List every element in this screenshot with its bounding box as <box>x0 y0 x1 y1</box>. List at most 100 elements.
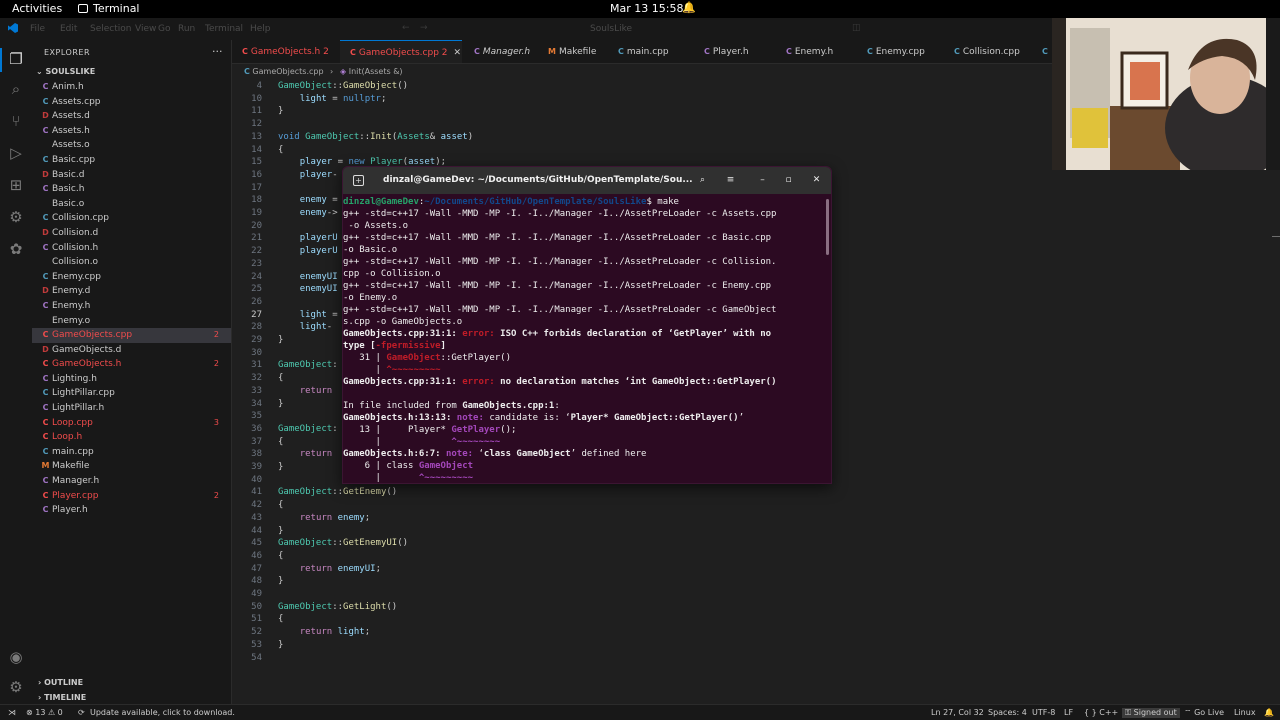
menu-edit[interactable]: Edit <box>60 24 77 34</box>
maximize-icon[interactable]: ▫ <box>780 172 797 189</box>
outline-section[interactable]: › OUTLINE <box>38 678 83 687</box>
code-line[interactable]: GameObject::GetEnemy() <box>278 487 397 497</box>
notification-bell-icon[interactable]: 🔔 <box>682 1 696 14</box>
file-item[interactable]: M Makefile <box>32 459 231 474</box>
file-item[interactable]: D GameObjects.d <box>32 343 231 358</box>
file-item[interactable]: C Manager.h <box>32 474 231 489</box>
file-item[interactable]: C GameObjects.h 2 <box>32 357 231 372</box>
code-line[interactable]: GameObject::GetEnemyUI() <box>278 538 408 548</box>
code-line[interactable]: GameObject: <box>278 424 338 434</box>
code-line[interactable]: } <box>278 106 283 116</box>
file-item[interactable]: D Enemy.d <box>32 284 231 299</box>
file-item[interactable]: C Collision.cpp <box>32 211 231 226</box>
file-item[interactable]: Enemy.o <box>32 314 231 329</box>
code-line[interactable]: { <box>278 437 283 447</box>
file-item[interactable]: C LightPillar.cpp <box>32 386 231 401</box>
search-icon[interactable]: ⌕ <box>7 80 25 98</box>
file-item[interactable]: D Basic.d <box>32 168 231 183</box>
menu-selection[interactable]: Selection <box>90 24 131 34</box>
back-arrow-icon[interactable]: ← <box>402 23 410 33</box>
manage-gear-icon[interactable]: ⚙ <box>7 678 25 696</box>
workspace-folder[interactable]: ⌄ SOULSLIKE <box>36 67 95 76</box>
breadcrumb-symbol[interactable]: ◈ Init(Assets &) <box>340 67 403 76</box>
file-item[interactable]: Basic.o <box>32 197 231 212</box>
file-item[interactable]: C Lighting.h <box>32 372 231 387</box>
code-line[interactable]: playerU <box>278 233 338 243</box>
code-line[interactable]: player- <box>278 170 338 180</box>
minimize-icon[interactable]: – <box>754 172 771 189</box>
remote-indicator-icon[interactable]: ⋊ <box>8 708 16 717</box>
code-line[interactable]: } <box>278 462 283 472</box>
file-item[interactable]: D Collision.d <box>32 226 231 241</box>
code-line[interactable]: GameObject::GetLight() <box>278 602 397 612</box>
activities-button[interactable]: Activities <box>12 2 62 15</box>
code-line[interactable]: GameObject: <box>278 360 338 370</box>
file-item[interactable]: C Enemy.h <box>32 299 231 314</box>
code-line[interactable]: { <box>278 145 283 155</box>
file-item[interactable]: C Collision.h <box>32 241 231 256</box>
forward-arrow-icon[interactable]: → <box>420 23 428 33</box>
editor-tab[interactable]: C Enemy.cpp <box>857 40 942 63</box>
breadcrumb-file[interactable]: C GameObjects.cpp <box>244 67 324 76</box>
menu-run[interactable]: Run <box>178 24 195 34</box>
code-line[interactable]: { <box>278 500 283 510</box>
hamburger-menu-icon[interactable]: ≡ <box>722 172 739 189</box>
code-line[interactable]: return <box>278 449 333 459</box>
timeline-section[interactable]: › TIMELINE <box>38 693 86 702</box>
code-line[interactable]: { <box>278 551 283 561</box>
new-tab-icon[interactable]: + <box>353 175 364 186</box>
file-item[interactable]: C Basic.cpp <box>32 153 231 168</box>
code-line[interactable]: playerU <box>278 246 338 256</box>
file-item[interactable]: C Assets.cpp <box>32 95 231 110</box>
go-live-button[interactable]: ⌔ Go Live <box>1184 708 1224 718</box>
editor-tab[interactable]: C Manager.h <box>464 40 536 63</box>
update-notice[interactable]: Update available, click to download. <box>90 708 235 717</box>
app-menu-terminal[interactable]: Terminal <box>78 2 140 15</box>
code-line[interactable]: } <box>278 640 283 650</box>
encoding[interactable]: UTF-8 <box>1032 708 1055 717</box>
editor-tab[interactable]: C Collision.cpp <box>944 40 1030 63</box>
code-line[interactable]: } <box>278 526 283 536</box>
file-item[interactable]: D Assets.d <box>32 109 231 124</box>
clock[interactable]: Mar 13 15:58 <box>610 2 683 15</box>
account-status[interactable]: ⚿ Signed out <box>1122 708 1180 718</box>
account-icon[interactable]: ◉ <box>7 648 25 666</box>
menu-go[interactable]: Go <box>158 24 170 34</box>
code-line[interactable]: { <box>278 373 283 383</box>
editor-tab[interactable]: C Enemy.h <box>776 40 855 63</box>
code-line[interactable]: light- <box>278 322 333 332</box>
code-line[interactable]: } <box>278 399 283 409</box>
editor-tab[interactable]: C GameObjects.h 2 <box>232 40 338 63</box>
code-line[interactable]: } <box>278 335 283 345</box>
terminal-scrollbar[interactable] <box>826 199 829 255</box>
file-item[interactable]: C Anim.h <box>32 80 231 95</box>
python-icon[interactable]: ✿ <box>7 240 25 258</box>
file-item[interactable]: Cmain.cpp <box>32 445 231 460</box>
code-line[interactable]: return enemy; <box>278 513 370 523</box>
copilot-icon[interactable]: ◫ <box>852 23 861 33</box>
close-tab-icon[interactable]: ✕ <box>454 48 462 58</box>
editor-tab[interactable]: C GameObjects.cpp 2 ✕ <box>340 40 462 63</box>
command-center-search[interactable]: SoulsLike <box>590 24 632 34</box>
file-item[interactable]: C Player.cpp 2 <box>32 489 231 504</box>
explorer-icon[interactable]: ❐ <box>7 50 25 68</box>
close-icon[interactable]: ✕ <box>808 172 825 189</box>
file-item[interactable]: C Assets.h <box>32 124 231 139</box>
notifications-bell-icon[interactable]: 🔔 <box>1264 708 1274 717</box>
code-line[interactable]: light = nullptr; <box>278 94 387 104</box>
code-line[interactable]: return light; <box>278 627 370 637</box>
code-line[interactable]: enemy = <box>278 195 338 205</box>
menu-view[interactable]: View <box>135 24 156 34</box>
language-mode[interactable]: { } C++ <box>1084 708 1118 717</box>
code-line[interactable]: enemyUI <box>278 284 338 294</box>
file-item[interactable]: Collision.o <box>32 255 231 270</box>
menu-file[interactable]: File <box>30 24 45 34</box>
file-item[interactable]: C Enemy.cpp <box>32 270 231 285</box>
extensions-icon[interactable]: ⊞ <box>7 176 25 194</box>
code-line[interactable]: void GameObject::Init(Assets& asset) <box>278 132 473 142</box>
code-line[interactable]: return <box>278 386 333 396</box>
terminal-output[interactable]: dinzal@GameDev:~/Documents/GitHub/OpenTe… <box>343 197 831 483</box>
source-control-icon[interactable]: ⑂ <box>7 112 25 130</box>
code-line[interactable]: GameObject::GameObject() <box>278 81 408 91</box>
file-item[interactable]: Assets.o <box>32 138 231 153</box>
